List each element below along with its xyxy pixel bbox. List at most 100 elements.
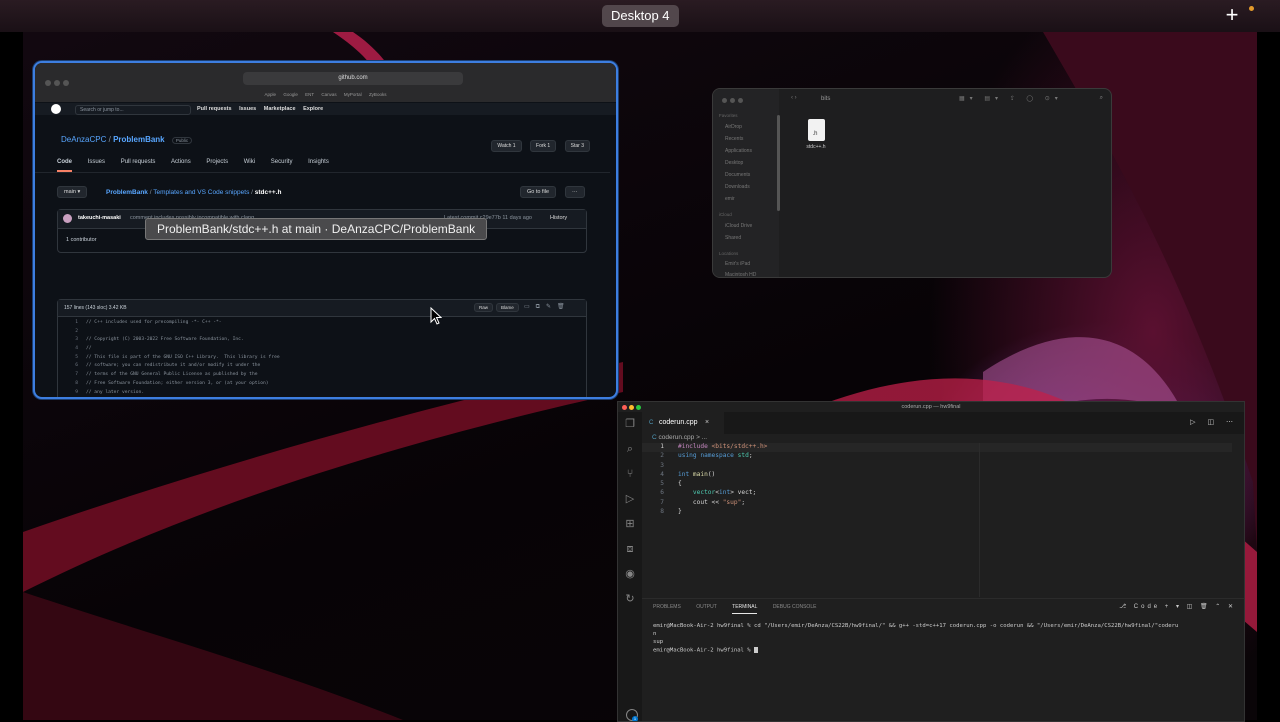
terminal-prompt: emir@MacBook-Air-2 hw9final % [653,647,1233,655]
line-number[interactable]: 9 [58,390,78,395]
editor-line[interactable]: 6 vector<int> vect; [642,489,1232,498]
github-logo-icon[interactable] [51,104,61,114]
close-icon[interactable]: × [705,412,709,434]
sidebar-item[interactable]: iCloud Drive [725,223,752,229]
github-icon[interactable]: ◉ [618,562,642,587]
editor-line[interactable]: 5{ [642,480,1232,489]
blame-button[interactable]: Blame [496,303,519,312]
nav-issues[interactable]: Issues [239,106,256,112]
url-bar[interactable]: github.com [243,72,463,85]
search-icon[interactable]: ⌕ [618,437,642,462]
file-item[interactable]: .h stdc++.h [801,119,831,150]
file-name: stdc++.h [806,144,826,150]
sidebar-item[interactable]: Downloads [725,184,750,190]
finder-window[interactable]: Favorites AirDrop Recents Applications D… [712,88,1112,278]
remote-explorer-icon[interactable]: ⧈ [618,537,642,562]
back-forward-icon[interactable]: ‹ › [791,95,797,101]
window-controls[interactable] [45,73,72,91]
fork-button[interactable]: Fork 1 [530,140,557,152]
watch-button[interactable]: Watch 1 [491,140,522,152]
explorer-icon[interactable]: ❐ [618,412,642,437]
favorite-link[interactable]: ENT [305,92,314,97]
editor-line[interactable]: 1 #include <bits/stdc++.h> [642,443,1232,453]
panel-tab-terminal[interactable]: TERMINAL [732,604,758,614]
sidebar-item[interactable]: Shared [725,235,741,241]
favorite-link[interactable]: Apple [265,92,277,97]
code-token: } [678,508,682,516]
line-number[interactable]: 1 [58,320,78,325]
panel-tab-debug-console[interactable]: DEBUG CONSOLE [773,604,817,613]
sidebar-item[interactable]: Emir's iPad [725,261,750,267]
terminal-output[interactable]: emir@MacBook-Air-2 hw9final % cd "/Users… [653,623,1233,655]
repo-name-link[interactable]: ProblemBank [113,135,165,144]
nav-explore[interactable]: Explore [303,106,323,112]
editor-line[interactable]: 4 int main() [642,471,1232,480]
editor-line[interactable]: 2 using namespace std; [642,452,1232,461]
extensions-icon[interactable]: ⊞ [618,512,642,537]
editor-actions[interactable]: ▷ ◫ ⋯ [1190,418,1238,426]
favorite-link[interactable]: Google [283,92,298,97]
source-control-icon[interactable]: ⑂ [618,462,642,487]
commit-author[interactable]: takeuchi-masaki [78,215,121,221]
sidebar-item[interactable]: Recents [725,136,743,142]
search-icon[interactable]: ⌕ [1100,95,1103,102]
favorite-link[interactable]: MyPortal [344,92,362,97]
contributors-label[interactable]: 1 contributor [66,237,97,243]
favorite-link[interactable]: Canvas [321,92,336,97]
more-options-button[interactable]: ··· [565,186,585,198]
avatar[interactable] [63,214,72,223]
line-number[interactable]: 3 [58,337,78,342]
editor-line[interactable]: 3 [642,462,1232,471]
panel-tab-output[interactable]: OUTPUT [696,604,717,613]
tab-actions[interactable]: Actions [171,159,191,170]
sidebar-item[interactable]: emir [725,196,735,202]
run-debug-icon[interactable]: ▷ [618,487,642,512]
nav-marketplace[interactable]: Marketplace [264,106,296,112]
editor-line[interactable]: 8} [642,508,1232,517]
desktop-space-label[interactable]: Desktop 4 [602,5,679,27]
sidebar-item[interactable]: Macintosh HD [725,272,756,277]
line-number[interactable]: 4 [58,346,78,351]
vscode-window[interactable]: coderun.cpp — hw9final ❐ ⌕ ⑂ ▷ ⊞ ⧈ ◉ ↻ 1… [617,401,1245,722]
tab-code[interactable]: Code [57,159,72,172]
sidebar-scrollbar[interactable] [777,115,780,211]
panel-tab-problems[interactable]: PROBLEMS [653,604,681,613]
repo-owner-link[interactable]: DeAnzaCPC [61,135,106,144]
share-icon[interactable]: ↻ [618,587,642,612]
editor-line[interactable]: 7 cout << "sup"; [642,499,1232,508]
sidebar-item[interactable]: Documents [725,172,750,178]
code-editor[interactable]: 1 #include <bits/stdc++.h> 2 using namespac… [642,443,1232,593]
tab-projects[interactable]: Projects [206,159,228,170]
star-button[interactable]: Star 3 [564,140,590,152]
breadcrumb-folder[interactable]: Templates and VS Code snippets [153,189,249,196]
nav-pull-requests[interactable]: Pull requests [197,106,232,112]
line-number[interactable]: 6 [58,363,78,368]
line-number[interactable]: 5 [58,355,78,360]
branch-selector[interactable]: main ▾ [57,186,88,198]
line-number[interactable]: 10 [58,398,78,399]
panel-actions[interactable]: ⎇ Code + ▾ ◫ 🗑 ⌃ ✕ [1119,603,1236,610]
file-action-icons[interactable]: ▭⧉✎🗑 [524,303,571,311]
add-desktop-button[interactable]: + [1222,4,1242,26]
line-number[interactable]: 2 [58,329,78,334]
tab-security[interactable]: Security [271,159,293,170]
tab-pull-requests[interactable]: Pull requests [121,159,156,170]
breadcrumb-root[interactable]: ProblemBank [106,189,148,196]
line-number[interactable]: 7 [58,372,78,377]
search-input[interactable]: Search or jump to... [75,105,191,115]
sidebar-item[interactable]: Desktop [725,160,743,166]
tab-wiki[interactable]: Wiki [244,159,255,170]
sidebar-item[interactable]: AirDrop [725,124,742,130]
toolbar-icons[interactable]: ▦▾ ▤▾ ⇪ ◯ ⊙▾ [959,95,1063,102]
history-link[interactable]: History [550,215,567,221]
raw-button[interactable]: Raw [474,303,494,312]
tab-issues[interactable]: Issues [88,159,105,170]
line-number[interactable]: 8 [58,381,78,386]
tab-coderun-cpp[interactable]: C coderun.cpp × [642,412,724,434]
window-controls[interactable] [722,98,746,105]
tab-insights[interactable]: Insights [308,159,329,170]
favorite-link[interactable]: ZyBooks [369,92,387,97]
editor-breadcrumb[interactable]: C coderun.cpp > ... [652,434,707,441]
sidebar-item[interactable]: Applications [725,148,752,154]
go-to-file-button[interactable]: Go to file [520,186,557,198]
